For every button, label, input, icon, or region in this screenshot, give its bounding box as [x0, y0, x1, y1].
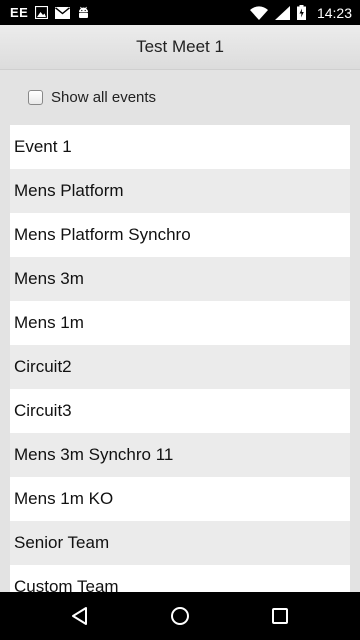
image-icon [35, 6, 49, 19]
navigation-bar [0, 592, 360, 640]
home-icon[interactable] [160, 596, 200, 636]
event-item-mens-3m[interactable]: Mens 3m [10, 257, 350, 301]
recents-icon[interactable] [260, 596, 300, 636]
event-list: Event 1 Mens Platform Mens Platform Sync… [10, 125, 350, 609]
battery-icon [296, 5, 306, 20]
clock-label: 14:23 [316, 4, 352, 21]
status-left: EE [10, 5, 90, 20]
show-all-events-checkbox[interactable] [28, 90, 43, 105]
event-item-mens-1m[interactable]: Mens 1m [10, 301, 350, 345]
android-icon [77, 6, 90, 20]
wifi-icon [249, 5, 268, 20]
event-item-event-1[interactable]: Event 1 [10, 125, 350, 169]
signal-icon [274, 5, 290, 20]
mail-icon [55, 6, 71, 19]
event-item-circuit2[interactable]: Circuit2 [10, 345, 350, 389]
show-all-events-label[interactable]: Show all events [51, 89, 156, 106]
event-item-mens-platform-synchro[interactable]: Mens Platform Synchro [10, 213, 350, 257]
show-all-events-option[interactable]: Show all events [0, 70, 360, 125]
event-item-circuit3[interactable]: Circuit3 [10, 389, 350, 433]
page-title: Test Meet 1 [136, 37, 224, 56]
carrier-label: EE [10, 5, 29, 20]
event-item-mens-platform[interactable]: Mens Platform [10, 169, 350, 213]
title-bar: Test Meet 1 [0, 25, 360, 70]
screen: EE 14:23 Test Meet 1 Show all events Eve… [0, 0, 360, 640]
event-item-senior-team[interactable]: Senior Team [10, 521, 350, 565]
status-bar: EE 14:23 [0, 0, 360, 25]
status-right: 14:23 [249, 4, 352, 21]
event-item-mens-3m-synchro-11[interactable]: Mens 3m Synchro 11 [10, 433, 350, 477]
event-item-mens-1m-ko[interactable]: Mens 1m KO [10, 477, 350, 521]
back-icon[interactable] [60, 596, 100, 636]
